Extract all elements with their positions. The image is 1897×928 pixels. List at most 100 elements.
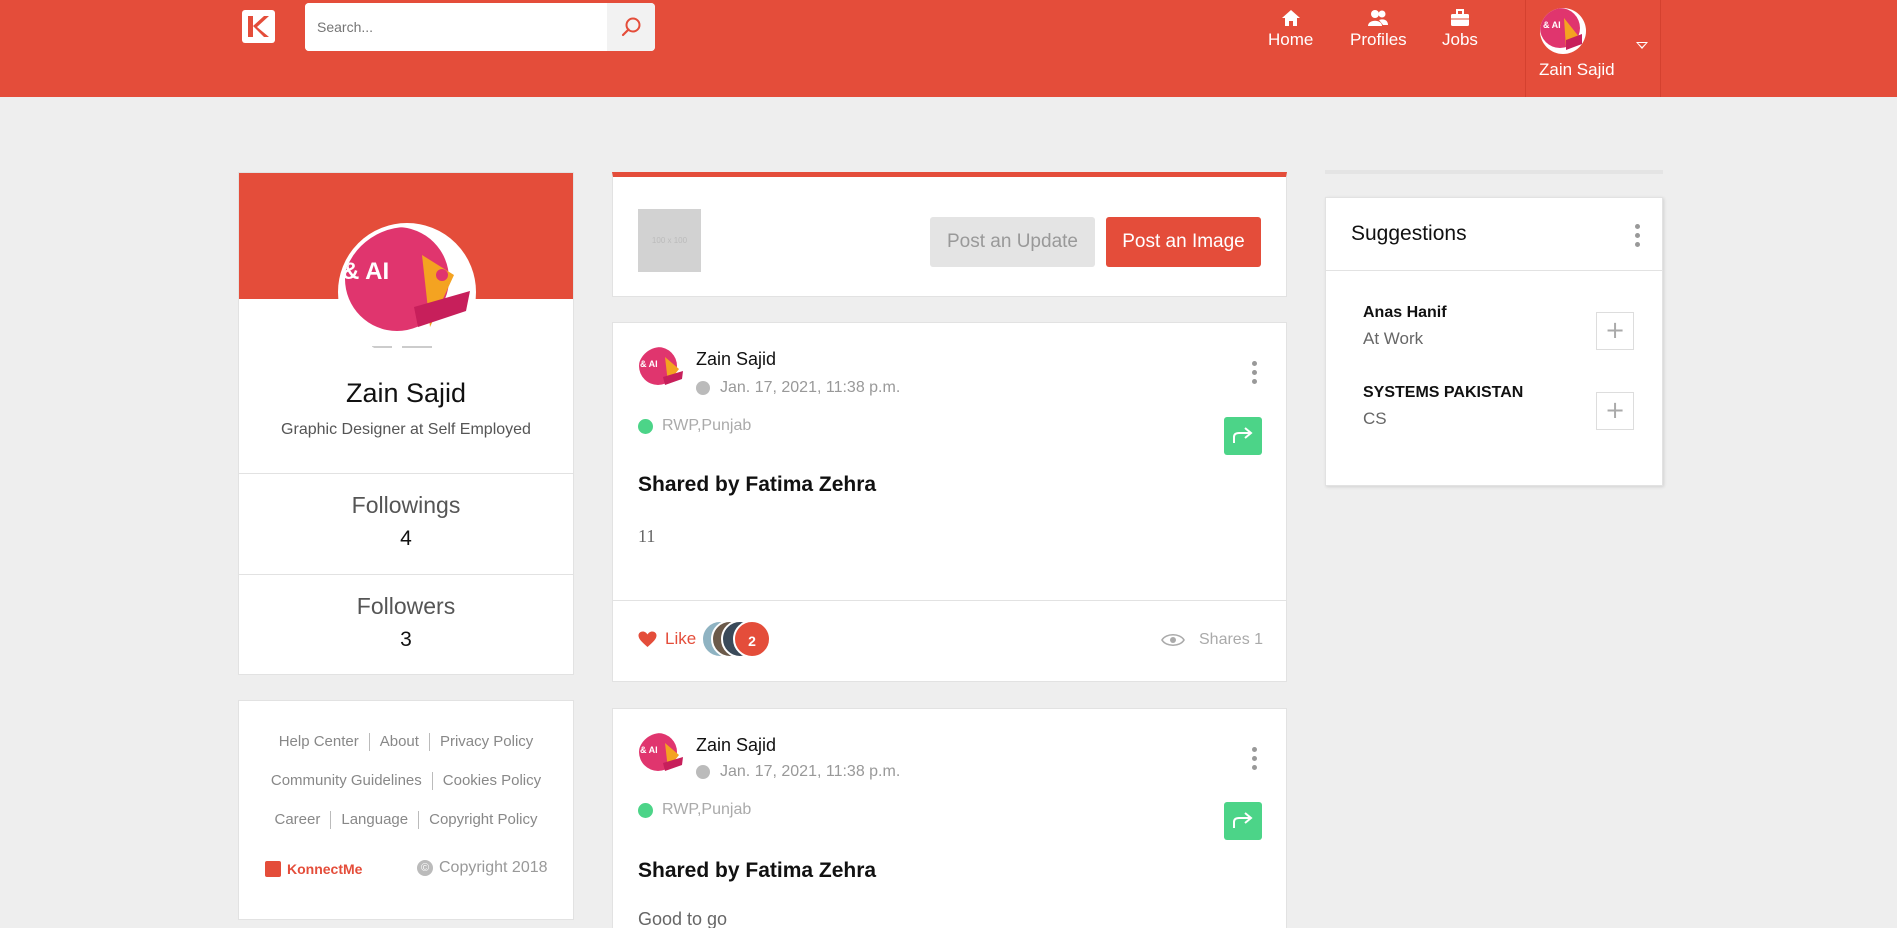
post-composer: 100 x 100 Post an Update Post an Image <box>612 172 1287 297</box>
post-author[interactable]: Zain Sajid <box>696 735 776 756</box>
suggestion-subtitle: CS <box>1363 409 1387 428</box>
copyright: © Copyright 2018 <box>417 859 548 877</box>
copyright-text: Copyright 2018 <box>439 859 548 876</box>
copyright-policy-link[interactable]: Copyright Policy <box>419 811 547 829</box>
heart-icon <box>638 631 657 647</box>
post-card: & AI Zain Sajid Jan. 17, 2021, 11:38 p.m… <box>612 708 1287 928</box>
like-label: Like <box>665 629 697 648</box>
post-image-button[interactable]: Post an Image <box>1106 217 1261 267</box>
post-actions: Like 2 Shares 1 <box>613 600 1286 682</box>
language-link[interactable]: Language <box>331 811 420 829</box>
shares-count: Shares 1 <box>1199 631 1264 648</box>
followers-label: Followers <box>356 593 456 619</box>
suggestion-name[interactable]: Anas Hanif <box>1363 304 1447 322</box>
share-button[interactable] <box>1224 802 1262 840</box>
users-icon <box>1368 10 1389 26</box>
search-button[interactable] <box>607 3 655 51</box>
nav-profiles[interactable]: Profiles <box>1350 8 1407 50</box>
post-author[interactable]: Zain Sajid <box>696 349 776 370</box>
post-body: Good to go <box>638 909 728 928</box>
nav-home[interactable]: Home <box>1268 8 1313 50</box>
post-time-text: Jan. 17, 2021, 11:38 p.m. <box>720 763 901 780</box>
footer-brand[interactable]: KonnectMe <box>265 861 362 877</box>
followings-label: Followings <box>351 492 461 518</box>
profile-avatar[interactable]: & AI <box>338 223 476 361</box>
followings-count: 4 <box>400 527 412 550</box>
avatar: & AI <box>1540 8 1586 54</box>
post-update-button[interactable]: Post an Update <box>930 217 1095 267</box>
konnectme-logo-icon[interactable] <box>242 10 275 43</box>
followers-stat[interactable]: Followers 3 <box>239 574 573 674</box>
post-location: RWP,Punjab <box>638 417 751 435</box>
location-icon <box>638 418 653 434</box>
home-icon <box>1281 10 1300 26</box>
clock-icon <box>696 765 710 779</box>
footer-links-card: Help Center About Privacy Policy Community… <box>238 700 574 920</box>
search-input[interactable] <box>305 3 607 51</box>
follow-plus-icon[interactable]: + <box>1596 312 1634 350</box>
divider <box>1325 170 1663 174</box>
share-icon <box>1233 812 1253 828</box>
like-count-badge: 2 <box>733 620 771 658</box>
location-icon <box>638 802 653 818</box>
suggestions-card: Suggestions Anas Hanif At Work + SYSTEMS… <box>1325 197 1663 486</box>
post-timestamp: Jan. 17, 2021, 11:38 p.m. <box>696 379 900 397</box>
post-heading: Shared by Fatima Zehra <box>638 859 877 882</box>
cookies-policy-link[interactable]: Cookies Policy <box>433 772 551 790</box>
community-guidelines-link[interactable]: Community Guidelines <box>261 772 433 790</box>
profile-headline: Graphic Designer at Self Employed <box>281 421 531 438</box>
help-center-link[interactable]: Help Center <box>269 733 370 751</box>
career-link[interactable]: Career <box>265 811 332 829</box>
avatar[interactable]: & AI <box>638 347 684 393</box>
post-body: 11 <box>638 526 656 546</box>
post-timestamp: Jan. 17, 2021, 11:38 p.m. <box>696 763 900 781</box>
svg-text:& AI: & AI <box>1543 20 1561 30</box>
divider <box>1326 270 1662 271</box>
liked-by-avatars[interactable]: 2 <box>701 620 781 658</box>
suggestions-title: Suggestions <box>1351 222 1467 245</box>
post-location: RWP,Punjab <box>638 801 751 819</box>
shares-info: Shares 1 <box>1161 631 1263 649</box>
share-icon <box>1233 427 1253 443</box>
nav-jobs-label: Jobs <box>1442 30 1478 49</box>
top-navbar: Home Profiles Jobs & AI Zain Saj <box>0 0 1897 97</box>
post-time-text: Jan. 17, 2021, 11:38 p.m. <box>720 379 901 396</box>
post-heading: Shared by Fatima Zehra <box>638 473 877 496</box>
clock-icon <box>696 381 710 395</box>
suggestion-subtitle: At Work <box>1363 329 1424 348</box>
about-link[interactable]: About <box>370 733 430 751</box>
nav-jobs[interactable]: Jobs <box>1442 8 1478 50</box>
user-menu[interactable]: & AI Zain Sajid <box>1525 0 1661 97</box>
brand-name: KonnectMe <box>287 861 363 877</box>
avatar[interactable]: & AI <box>638 733 684 779</box>
more-options-icon[interactable] <box>1635 224 1640 251</box>
avatar-text: & AI <box>342 258 389 285</box>
eye-icon <box>1161 633 1185 647</box>
follow-plus-icon[interactable]: + <box>1596 392 1634 430</box>
like-button[interactable]: Like <box>638 629 696 649</box>
more-options-icon[interactable] <box>1252 747 1258 775</box>
privacy-policy-link[interactable]: Privacy Policy <box>430 733 543 751</box>
search-box <box>305 3 655 51</box>
footer-links: Help Center About Privacy Policy Community… <box>239 733 573 850</box>
post-card: & AI Zain Sajid Jan. 17, 2021, 11:38 p.m… <box>612 322 1287 682</box>
profile-card: & AI Zain Sajid Graphic Designer at Self… <box>238 172 574 675</box>
konnectme-logo-icon <box>265 861 281 877</box>
search-icon <box>621 17 641 37</box>
post-location-text: RWP,Punjab <box>662 417 752 434</box>
user-name: Zain Sajid <box>1539 60 1615 79</box>
composer-user-image: 100 x 100 <box>638 209 701 272</box>
post-location-text: RWP,Punjab <box>662 801 752 818</box>
share-button[interactable] <box>1224 417 1262 455</box>
nav-home-label: Home <box>1268 30 1314 49</box>
suggestion-name[interactable]: SYSTEMS PAKISTAN <box>1363 384 1523 402</box>
profile-name[interactable]: Zain Sajid <box>239 378 573 409</box>
suggestion-item: Anas Hanif At Work + <box>1363 304 1643 354</box>
followings-stat[interactable]: Followings 4 <box>239 473 573 573</box>
followers-count: 3 <box>400 628 412 651</box>
suggestion-item: SYSTEMS PAKISTAN CS + <box>1363 384 1643 434</box>
briefcase-icon <box>1450 9 1469 26</box>
svg-text:& AI: & AI <box>640 359 658 369</box>
more-options-icon[interactable] <box>1252 361 1258 389</box>
svg-text:& AI: & AI <box>640 745 658 755</box>
